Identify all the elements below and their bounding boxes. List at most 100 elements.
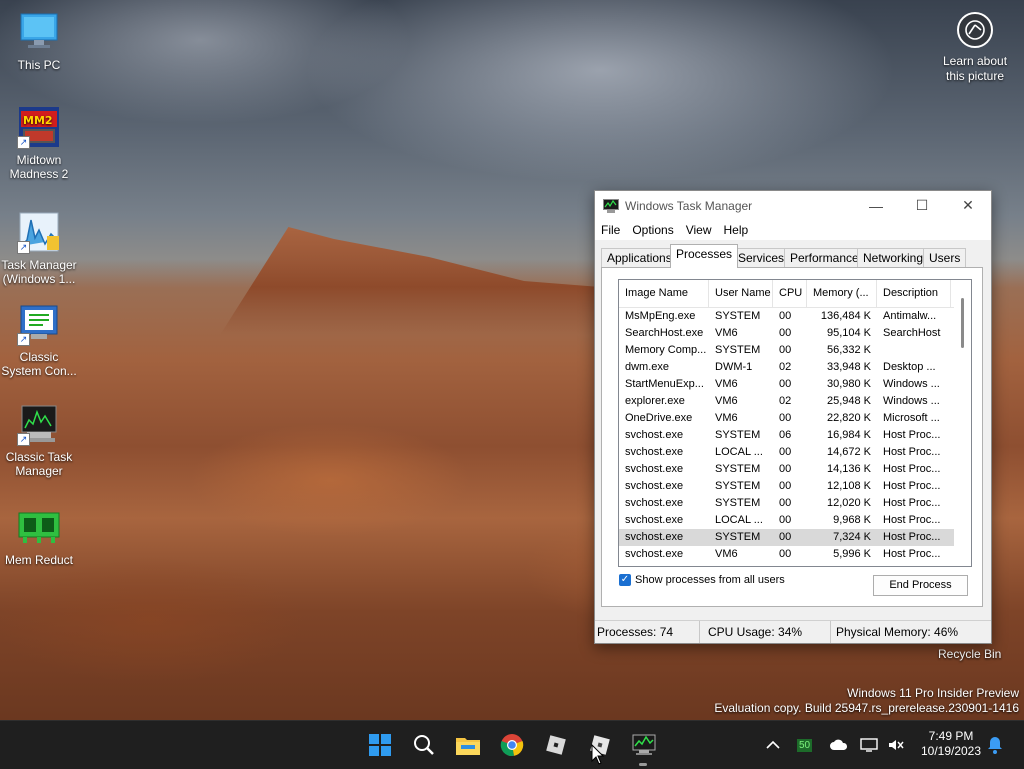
- roblox-icon[interactable]: [540, 729, 572, 761]
- desktop-icon-task-manager[interactable]: ↗ Task Manager (Windows 1...: [0, 210, 78, 286]
- vertical-scrollbar[interactable]: [954, 280, 971, 566]
- table-row[interactable]: svchost.exe LOCAL ... 00 14,672 K Host Proc.…: [619, 444, 971, 461]
- table-row[interactable]: OneDrive.exe VM6 00 22,820 K Microsoft ...: [619, 410, 971, 427]
- tab-performance[interactable]: Performance: [784, 248, 865, 267]
- table-row[interactable]: dwm.exe DWM-1 02 33,948 K Desktop ...: [619, 359, 971, 376]
- table-row[interactable]: explorer.exe VM6 02 25,948 K Windows ...: [619, 393, 971, 410]
- menu-help[interactable]: Help: [718, 220, 755, 240]
- cell-user-name: SYSTEM: [715, 497, 761, 509]
- table-row[interactable]: svchost.exe SYSTEM 00 14,136 K Host Proc...: [619, 461, 971, 478]
- menu-file[interactable]: File: [595, 220, 626, 240]
- table-row[interactable]: svchost.exe VM6 00 5,996 K Host Proc...: [619, 546, 971, 563]
- show-hidden-icons-chevron-icon[interactable]: [766, 721, 780, 769]
- volume-muted-icon[interactable]: [887, 721, 905, 769]
- cell-description: Host Proc...: [883, 548, 941, 560]
- start-icon[interactable]: [364, 729, 396, 761]
- column-memory[interactable]: Memory (...: [807, 280, 877, 307]
- cell-description: Antimalw...: [883, 310, 937, 322]
- end-process-button[interactable]: End Process: [873, 575, 968, 596]
- cell-cpu: 00: [779, 531, 792, 543]
- cell-cpu: 00: [779, 514, 792, 526]
- desktop-icon-mem-reduct[interactable]: Mem Reduct: [0, 505, 78, 567]
- cell-user-name: LOCAL ...: [715, 514, 763, 526]
- tab-processes[interactable]: Processes: [670, 244, 739, 268]
- title-bar[interactable]: Windows Task Manager — ☐ ✕: [595, 191, 991, 220]
- cell-description: Host Proc...: [883, 446, 941, 458]
- cell-user-name: VM6: [715, 395, 738, 407]
- scrollbar-thumb[interactable]: [961, 298, 964, 348]
- cell-cpu: 00: [779, 327, 792, 339]
- learn-about-picture[interactable]: Learn about this picture: [932, 12, 1018, 84]
- show-all-users-checkbox[interactable]: ✓ Show processes from all users: [619, 574, 785, 586]
- menu-view[interactable]: View: [680, 220, 718, 240]
- cell-memory: 5,996 K: [833, 548, 871, 560]
- cell-description: Host Proc...: [883, 429, 941, 441]
- minimize-button[interactable]: —: [853, 191, 899, 220]
- cell-memory: 22,820 K: [826, 412, 871, 424]
- cell-user-name: DWM-1: [715, 361, 753, 373]
- close-button[interactable]: ✕: [945, 191, 991, 220]
- task-manager-icon[interactable]: [628, 729, 660, 761]
- shortcut-arrow-icon: ↗: [17, 433, 30, 446]
- taskbar-clock[interactable]: 7:49 PM 10/19/2023: [916, 729, 986, 759]
- cell-memory: 14,672 K: [826, 446, 871, 458]
- cell-image-name: svchost.exe: [625, 463, 684, 475]
- notification-bell-icon[interactable]: [987, 721, 1003, 769]
- cell-user-name: VM6: [715, 412, 738, 424]
- tab-applications[interactable]: Applications: [601, 248, 678, 267]
- column-user-name[interactable]: User Name: [709, 280, 773, 307]
- desktop-icon-classic-task-manager[interactable]: ↗ Classic Task Manager: [0, 402, 78, 478]
- task-manager-window[interactable]: Windows Task Manager — ☐ ✕ File Options …: [594, 190, 992, 644]
- tab-services[interactable]: Services: [732, 248, 791, 267]
- column-image-name[interactable]: Image Name: [619, 280, 709, 307]
- tray-badge[interactable]: 50: [797, 721, 813, 769]
- cell-image-name: SearchHost.exe: [625, 327, 704, 339]
- process-list[interactable]: Image Name User Name CPU Memory (... Des…: [618, 279, 972, 567]
- mouse-cursor-icon: [591, 743, 605, 769]
- cell-image-name: OneDrive.exe: [625, 412, 693, 424]
- table-row[interactable]: svchost.exe SYSTEM 00 7,324 K Host Proc...: [619, 529, 971, 546]
- cell-cpu: 00: [779, 497, 792, 509]
- cell-description: Host Proc...: [883, 514, 941, 526]
- table-row[interactable]: svchost.exe SYSTEM 00 12,020 K Host Proc...: [619, 495, 971, 512]
- tab-networking[interactable]: Networking: [857, 248, 930, 267]
- search-icon[interactable]: [408, 729, 440, 761]
- onedrive-icon[interactable]: [829, 721, 849, 769]
- file-explorer-icon[interactable]: [452, 729, 484, 761]
- cell-cpu: 00: [779, 310, 792, 322]
- network-icon[interactable]: [860, 721, 878, 769]
- table-row[interactable]: MsMpEng.exe SYSTEM 00 136,484 K Antimalw...: [619, 308, 971, 325]
- column-description[interactable]: Description: [877, 280, 951, 307]
- desktop-icon-classic-system-config[interactable]: ↗ Classic System Con...: [0, 302, 78, 378]
- cell-memory: 56,332 K: [826, 344, 871, 356]
- tab-users[interactable]: Users: [923, 248, 967, 267]
- chrome-icon[interactable]: [496, 729, 528, 761]
- table-row[interactable]: Memory Comp... SYSTEM 00 56,332 K: [619, 342, 971, 359]
- table-row[interactable]: svchost.exe LOCAL ... 00 9,968 K Host Proc..…: [619, 512, 971, 529]
- column-cpu[interactable]: CPU: [773, 280, 807, 307]
- menu-bar: File Options View Help: [595, 220, 991, 240]
- status-processes: Processes: 74: [595, 621, 700, 643]
- table-row[interactable]: StartMenuExp... VM6 00 30,980 K Windows ...: [619, 376, 971, 393]
- cell-cpu: 00: [779, 463, 792, 475]
- menu-options[interactable]: Options: [626, 220, 679, 240]
- cell-memory: 25,948 K: [826, 395, 871, 407]
- shortcut-arrow-icon: ↗: [17, 241, 30, 254]
- cell-memory: 7,324 K: [833, 531, 871, 543]
- taskmgr-icon: ↗: [17, 402, 61, 446]
- table-row[interactable]: svchost.exe SYSTEM 06 16,984 K Host Proc...: [619, 427, 971, 444]
- game-icon: MM2 ↗: [17, 105, 61, 149]
- cell-cpu: 00: [779, 344, 792, 356]
- recycle-bin-label[interactable]: Recycle Bin: [938, 647, 1001, 661]
- learn-label: Learn about this picture: [942, 54, 1008, 83]
- cell-user-name: VM6: [715, 378, 738, 390]
- desktop-icon-this-pc[interactable]: This PC: [0, 10, 78, 72]
- table-row[interactable]: SearchHost.exe VM6 00 95,104 K SearchHost: [619, 325, 971, 342]
- checkbox-checked-icon[interactable]: ✓: [619, 574, 631, 586]
- cell-image-name: svchost.exe: [625, 429, 684, 441]
- maximize-button[interactable]: ☐: [899, 191, 945, 220]
- desktop-icon-midtown-madness[interactable]: MM2 ↗ Midtown Madness 2: [0, 105, 78, 181]
- cell-memory: 16,984 K: [826, 429, 871, 441]
- cell-description: Desktop ...: [883, 361, 936, 373]
- table-row[interactable]: svchost.exe SYSTEM 00 12,108 K Host Proc...: [619, 478, 971, 495]
